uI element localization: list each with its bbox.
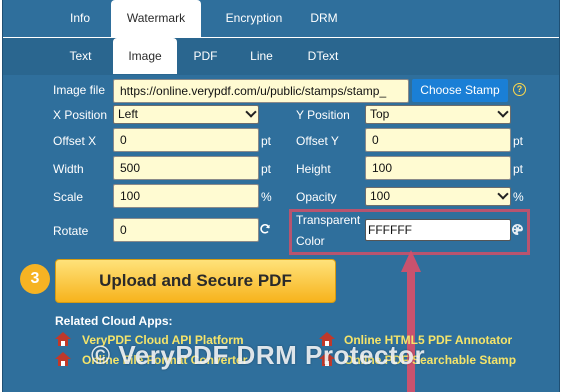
offset-x-label: Offset X — [53, 134, 97, 148]
offset-x-unit: pt — [261, 134, 272, 148]
height-unit: pt — [513, 162, 524, 176]
opacity-value: 100 — [370, 189, 391, 203]
width-unit: pt — [261, 162, 272, 176]
chevron-down-icon — [245, 106, 257, 118]
subtab-line[interactable]: Line — [239, 38, 284, 75]
opacity-label: Opacity — [296, 190, 337, 204]
y-position-value: Top — [370, 107, 390, 121]
choose-stamp-button[interactable]: Choose Stamp — [412, 79, 508, 102]
refresh-icon[interactable] — [259, 223, 271, 235]
width-label: Width — [53, 162, 84, 176]
rotate-input[interactable]: 0 — [113, 218, 259, 242]
offset-y-unit: pt — [513, 134, 524, 148]
subtab-dtext[interactable]: DText — [297, 38, 349, 75]
y-position-label: Y Position — [296, 108, 350, 122]
copyright-watermark: © VeryPDF DRM Protector — [91, 340, 426, 370]
scale-input[interactable]: 100 — [113, 184, 259, 208]
upload-secure-button[interactable]: Upload and Secure PDF — [55, 259, 336, 303]
width-input[interactable]: 500 — [113, 156, 259, 180]
chevron-down-icon — [497, 106, 509, 118]
step-badge: 3 — [20, 264, 50, 294]
subtab-image[interactable]: Image — [113, 38, 177, 74]
tab-info[interactable]: Info — [45, 0, 115, 37]
image-file-input[interactable]: https://online.verypdf.com/u/public/stam… — [113, 79, 409, 103]
offset-y-input[interactable]: 0 — [365, 128, 511, 152]
y-position-select[interactable]: Top — [365, 105, 511, 124]
offset-x-input[interactable]: 0 — [113, 128, 259, 152]
subtab-text[interactable]: Text — [53, 38, 108, 75]
transparent-color-highlight-box — [289, 209, 530, 255]
chevron-down-icon — [497, 188, 509, 200]
x-position-label: X Position — [53, 108, 108, 122]
scale-label: Scale — [53, 190, 84, 204]
house-icon — [55, 352, 71, 366]
x-position-select[interactable]: Left — [113, 105, 259, 124]
image-file-label: Image file — [53, 83, 106, 97]
related-apps-title: Related Cloud Apps: — [55, 314, 173, 328]
opacity-select[interactable]: 100 — [365, 187, 511, 206]
app-root: Info Watermark Encryption DRM Text Image… — [0, 0, 563, 392]
subtab-pdf[interactable]: PDF — [183, 38, 228, 75]
tab-watermark[interactable]: Watermark — [111, 0, 201, 37]
height-input[interactable]: 100 — [365, 156, 511, 180]
scale-unit: % — [261, 190, 272, 204]
watermark-panel: Info Watermark Encryption DRM Text Image… — [2, 0, 560, 392]
tab-drm[interactable]: DRM — [299, 0, 349, 37]
offset-y-label: Offset Y — [296, 134, 339, 148]
height-label: Height — [296, 162, 331, 176]
rotate-label: Rotate — [53, 224, 89, 238]
house-icon — [55, 332, 71, 346]
x-position-value: Left — [118, 107, 139, 121]
tab-encryption[interactable]: Encryption — [209, 0, 299, 37]
help-icon[interactable]: ? — [513, 83, 526, 96]
opacity-unit: % — [513, 190, 524, 204]
